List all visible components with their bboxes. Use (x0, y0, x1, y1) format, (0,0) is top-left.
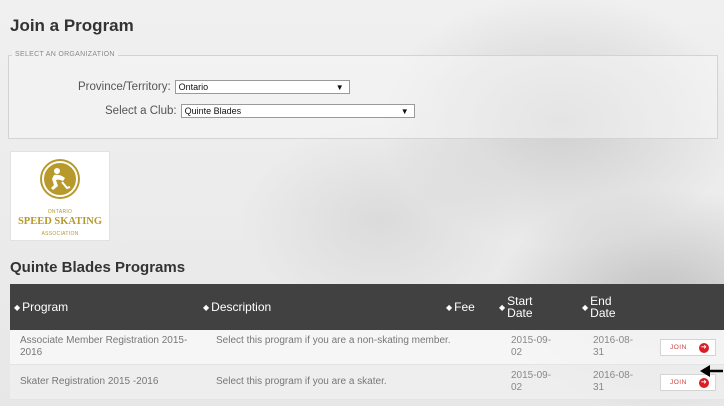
program-name: Skater Registration 2015 -2016 (20, 376, 159, 387)
program-start-date: 2015-09-02 (511, 335, 552, 358)
table-row: Skater Registration 2015 -2016 Select th… (10, 365, 724, 400)
province-select[interactable]: Ontario ▼ (174, 80, 350, 94)
club-label: Select a Club: (105, 105, 177, 117)
province-label: Province/Territory: (78, 81, 171, 93)
province-value: Ontario (178, 82, 209, 92)
club-select[interactable]: Quinte Blades ▼ (180, 104, 415, 118)
sort-icon: ◆ (499, 302, 506, 312)
column-header-fee[interactable]: ◆ Fee (446, 284, 475, 330)
organization-fieldset (8, 55, 718, 139)
column-header-program[interactable]: ◆ Program (14, 284, 68, 330)
province-row: Province/Territory: Ontario ▼ (78, 80, 350, 94)
club-value: Quinte Blades (184, 106, 242, 116)
programs-table: ◆ Program ◆ Description ◆ Fee ◆ Start Da… (10, 284, 724, 400)
arrow-right-icon: ➜ (699, 343, 709, 353)
column-header-description[interactable]: ◆ Description (203, 284, 271, 330)
logo-text-bottom: ASSOCIATION (41, 231, 79, 237)
program-description: Select this program if you are a non-ska… (216, 335, 451, 346)
table-row: Associate Member Registration 2015-2016 … (10, 330, 724, 365)
logo-text-main: SPEED SKATING (17, 216, 103, 227)
skater-emblem-icon (40, 159, 80, 199)
column-header-start-date[interactable]: ◆ Start Date (499, 284, 533, 330)
program-name: Associate Member Registration 2015-2016 (20, 335, 188, 358)
join-label: JOIN (670, 379, 687, 386)
program-start-date: 2015-09-02 (511, 370, 552, 393)
programs-title: Quinte Blades Programs (10, 259, 186, 276)
program-end-date: 2016-08-31 (593, 370, 634, 393)
dropdown-caret-icon: ▼ (335, 83, 344, 92)
join-label: JOIN (670, 344, 687, 351)
club-row: Select a Club: Quinte Blades ▼ (105, 104, 415, 118)
table-header: ◆ Program ◆ Description ◆ Fee ◆ Start Da… (10, 284, 724, 330)
annotation-arrow-icon (700, 365, 723, 377)
program-end-date: 2016-08-31 (593, 335, 634, 358)
logo-text-top: ONTARIO (47, 209, 73, 215)
sort-icon: ◆ (446, 302, 453, 312)
page-content: Join a Program SELECT AN ORGANIZATION Pr… (0, 0, 724, 406)
join-button[interactable]: JOIN ➜ (660, 339, 716, 356)
sort-icon: ◆ (203, 302, 210, 312)
page-title: Join a Program (10, 16, 134, 35)
sort-icon: ◆ (14, 302, 21, 312)
column-header-end-date[interactable]: ◆ End Date (582, 284, 616, 330)
program-description: Select this program if you are a skater. (216, 376, 387, 387)
organization-legend: SELECT AN ORGANIZATION (12, 51, 118, 58)
sort-icon: ◆ (582, 302, 589, 312)
dropdown-caret-icon: ▼ (400, 107, 409, 116)
organization-logo: ONTARIO SPEED SKATING ASSOCIATION (10, 151, 110, 241)
